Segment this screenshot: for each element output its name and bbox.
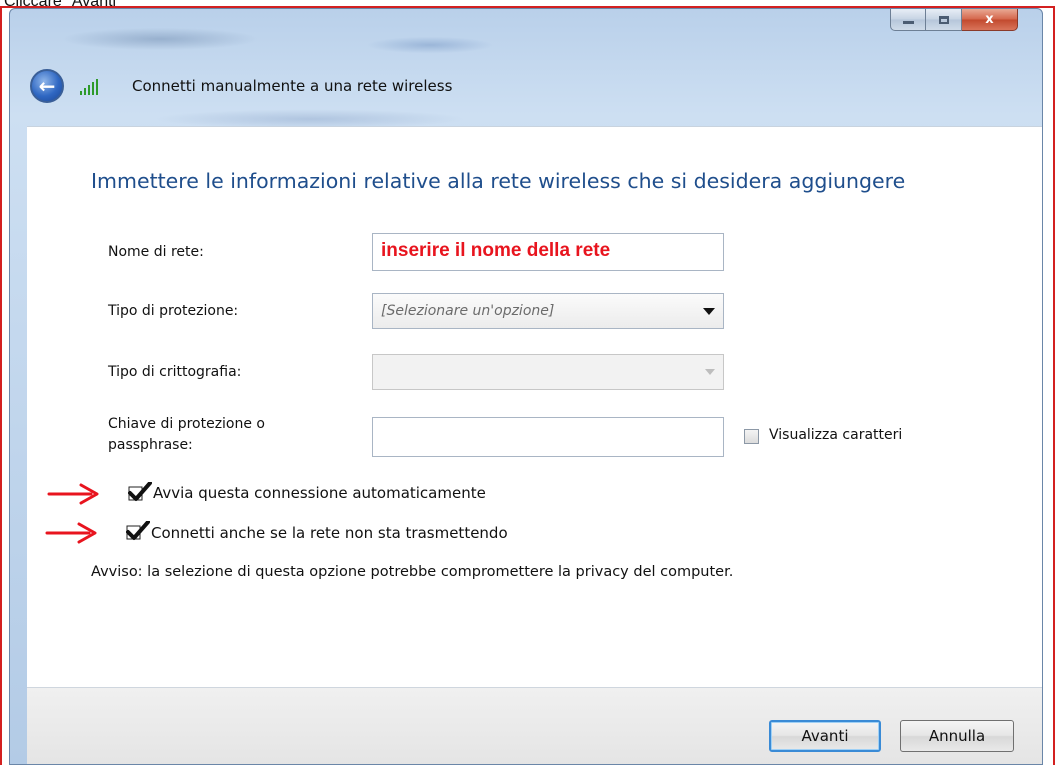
cancel-button[interactable]: Annulla <box>900 720 1014 752</box>
security-type-label: Tipo di protezione: <box>108 303 239 319</box>
security-key-field[interactable] <box>372 417 724 457</box>
auto-start-checkbox[interactable] <box>128 482 152 502</box>
content-panel: Immettere le informazioni relative alla … <box>27 126 1042 688</box>
auto-start-label: Avvia questa connessione automaticamente <box>153 484 486 502</box>
dialog-window: x ← Connetti manualmente a una rete wire… <box>9 8 1043 765</box>
dialog-footer: Avanti Annulla <box>27 687 1042 764</box>
maximize-icon <box>938 15 949 24</box>
title-bar-glass <box>10 9 1042 127</box>
wireless-signal-icon <box>80 77 98 95</box>
security-type-value: [Selezionare un'opzione] <box>381 303 555 319</box>
chevron-down-icon <box>705 369 715 375</box>
navigation-bar: ← Connetti manualmente a una rete wirele… <box>30 69 452 103</box>
network-name-field[interactable]: inserire il nome della rete <box>372 233 724 271</box>
network-name-hint: inserire il nome della rete <box>381 240 611 261</box>
minimize-icon <box>902 21 914 24</box>
red-arrow-annotation <box>45 522 97 544</box>
encryption-type-select[interactable] <box>372 354 724 390</box>
security-type-select[interactable]: [Selezionare un'opzione] <box>372 293 724 329</box>
close-button[interactable]: x <box>962 9 1018 31</box>
next-button[interactable]: Avanti <box>769 720 881 752</box>
minimize-button[interactable] <box>890 9 926 31</box>
encryption-type-label: Tipo di crittografia: <box>108 364 242 380</box>
privacy-warning: Avviso: la selezione di questa opzione p… <box>91 564 734 580</box>
show-characters-label: Visualizza caratteri <box>769 427 903 443</box>
chevron-down-icon <box>703 308 715 315</box>
back-button[interactable]: ← <box>30 69 64 103</box>
network-name-label: Nome di rete: <box>108 244 204 260</box>
red-arrow-annotation <box>47 483 99 505</box>
connect-hidden-label: Connetti anche se la rete non sta trasme… <box>151 524 508 542</box>
security-key-label-line2: passphrase: <box>108 437 193 453</box>
close-icon: x <box>985 12 994 27</box>
maximize-button[interactable] <box>926 9 962 31</box>
back-arrow-icon: ← <box>38 74 56 98</box>
security-key-label-line1: Chiave di protezione o <box>108 416 266 432</box>
connect-hidden-checkbox[interactable] <box>126 521 150 541</box>
window-controls: x <box>890 9 1018 33</box>
page-heading: Immettere le informazioni relative alla … <box>91 169 906 193</box>
window-title: Connetti manualmente a una rete wireless <box>132 77 453 95</box>
show-characters-checkbox[interactable] <box>744 429 759 444</box>
